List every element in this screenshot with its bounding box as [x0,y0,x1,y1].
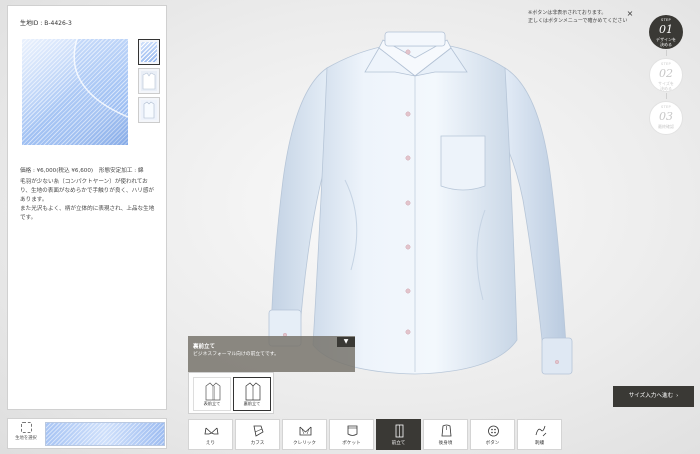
fabric-thumbnail-swatch[interactable] [138,39,160,65]
step-text: サイズを 決める [650,81,682,91]
tab-label: えり [205,441,216,446]
fabric-thumbnail-closeup[interactable] [138,68,160,94]
step-text-line: 決める [660,86,672,91]
option-collapse-toggle[interactable]: ▼ [337,337,355,347]
shirt-preview [255,10,585,385]
tab-cleric[interactable]: クレリック [282,419,327,450]
configurator-canvas: 生地ID : B-4426-3 価格: ¥6,000(税込 ¥6,600) 形… [0,0,700,454]
description-line: また光沢もよく、柄が立体的に表現され、上品な生地 [20,206,155,212]
step-label: STEP [661,18,671,22]
tab-cuffs[interactable]: カフス [235,419,280,450]
tab-label: クレリック [293,441,316,446]
step-text: 最終確認 [650,124,682,129]
step-text-line: 最終確認 [658,124,674,129]
proceed-to-size-button[interactable]: サイズ入力へ進む › [613,386,694,407]
select-fabric-button[interactable]: 生地を選択 [11,422,41,446]
fabric-thumbnails [138,39,160,126]
fabric-price: 価格 : ¥6,000(税込 ¥6,600) [20,168,94,174]
back-body-icon [441,424,452,437]
tab-pocket[interactable]: ポケット [329,419,374,450]
fabric-detail-panel: 生地ID : B-4426-3 価格: ¥6,000(税込 ¥6,600) 形… [7,5,167,410]
hidden-placket-shirt-icon [245,382,261,401]
tab-embroidery[interactable]: 刺繍 [517,419,562,450]
tab-label: ボタン [485,441,500,446]
placket-icon [395,424,404,438]
tab-label: 前立て [391,441,406,446]
cuffs-icon [253,425,264,437]
fabric-select-icon [20,422,32,433]
button-notice: ※ボタンは非表示されております。 正しくはボタンメニューで確かめてください [528,9,636,25]
design-tab-bar: えり カフス クレリック ポケット 前立て 後身頃 ボタン 刺繍 [188,419,564,450]
notice-line: ※ボタンは非表示されております。 [528,10,607,16]
fabric-fold-shading [22,39,128,145]
cleric-icon [299,426,312,436]
chevron-right-icon: › [676,393,679,399]
step-text: デザインを 決める [649,37,683,47]
step-design[interactable]: STEP 01 デザインを 決める [649,15,683,49]
notice-line: 正しくはボタンメニューで確かめてください [528,18,628,24]
tab-back-body[interactable]: 後身頃 [423,419,468,450]
step-confirm[interactable]: STEP 03 最終確認 [649,101,683,135]
tab-buttons[interactable]: ボタン [470,419,515,450]
tab-label: 刺繍 [534,441,545,446]
embroidery-icon [535,425,547,437]
selected-fabric-strip[interactable] [45,422,165,446]
option-info-header: 裏前立て ビジネスフォーマル向けの前立てです。 [188,336,355,372]
step-label: STEP [661,62,671,66]
option-card-label: 裏前立て [243,401,261,406]
step-number: 01 [659,23,673,36]
fabric-selector-bar: 生地を選択 [7,418,167,449]
step-connector [666,93,667,99]
tab-label: カフス [250,441,265,446]
option-subtitle: ビジネスフォーマル向けの前立てです。 [193,352,279,357]
shirt-thumbnail-icon [143,101,155,119]
description-line: あります。 [20,197,48,203]
option-card-front-placket[interactable]: 表前立て [193,377,231,411]
fabric-description: 毛羽が少ない糸（コンパクトヤーン）が使われてお り、生地の表面がなめらかで手触り… [20,178,166,223]
tab-placket[interactable]: 前立て [376,419,421,450]
description-line: です。 [20,215,37,221]
option-card-label: 表前立て [203,401,221,406]
select-fabric-label: 生地を選択 [15,436,37,441]
step-text-line: 決める [660,42,672,47]
option-card-hidden-placket[interactable]: 裏前立て [233,377,271,411]
tab-label: 後身頃 [438,441,453,446]
step-connector [666,50,667,56]
placket-options: 表前立て 裏前立て [188,372,274,414]
tab-collar[interactable]: えり [188,419,233,450]
front-placket-shirt-icon [205,382,221,401]
step-number: 03 [659,110,673,123]
pocket-icon [347,425,358,436]
step-size[interactable]: STEP 02 サイズを 決める [649,58,683,92]
collar-icon [204,427,219,435]
shirt-illustration [268,31,573,375]
fabric-id: 生地ID : B-4426-3 [20,20,72,27]
step-number: 02 [659,67,673,80]
step-label: STEP [661,105,671,109]
tab-label: ポケット [342,441,361,446]
notice-close-icon[interactable]: × [626,10,634,18]
fabric-thumbnail-shirt[interactable] [138,97,160,123]
button-icon [488,425,499,437]
fabric-swatch-image [22,39,128,145]
closeup-shirt-icon [142,72,156,90]
option-title: 裏前立て [193,344,216,350]
description-line: り、生地の表面がなめらかで手触りが良く、ハリ感が [20,188,155,194]
fabric-finish: 形態安定加工 : 綿 [98,168,144,174]
proceed-label: サイズ入力へ進む [628,393,674,399]
fabric-price-line: 価格 : ¥6,000(税込 ¥6,600) 形態安定加工 : 綿 [20,166,148,174]
description-line: 毛羽が少ない糸（コンパクトヤーン）が使われてお [20,179,148,185]
